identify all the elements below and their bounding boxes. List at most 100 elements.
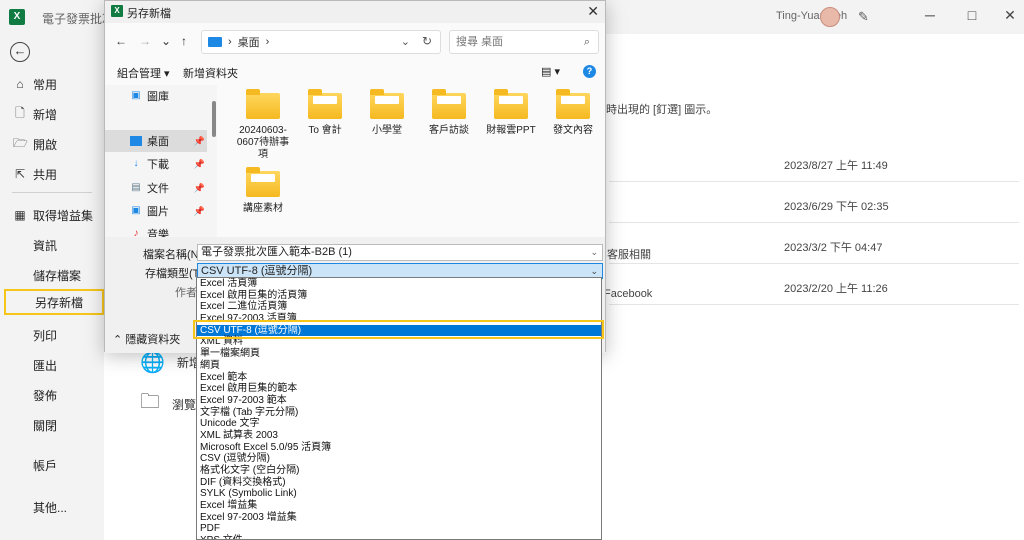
pin-hint-text: 時出現的 [釘選] 圖示。 [606,104,718,116]
nav-pane-label: 文件 [147,183,169,195]
nav-pane-downloads[interactable]: ↓ 下載 📌 [105,153,207,175]
add-place-option[interactable]: 🌐 新增 [140,350,201,375]
filetype-option[interactable]: Excel 範本 [197,372,601,384]
filetype-dropdown-list[interactable]: Excel 活頁簿 Excel 啟用巨集的活頁簿 Excel 二進位活頁簿 Excel… [196,277,602,540]
nav-pane-desktop[interactable]: 桌面 📌 [105,130,207,152]
folder-name: 財報雲PPT [486,125,536,136]
filetype-option[interactable]: XPS 文件 [197,535,601,539]
folder-item[interactable]: 講座素材 [233,167,293,215]
nav-open[interactable]: 🗁 開啟 [0,131,104,157]
filetype-option[interactable]: Microsoft Excel 5.0/95 活頁簿 [197,442,601,454]
search-placeholder: 搜尋 桌面 [456,36,504,48]
browse-option[interactable]: 🗀 瀏覽 [140,387,196,421]
pin-icon[interactable]: 📌 [194,183,205,194]
folder-item[interactable]: 20240603-0607待辦事項 [233,89,293,161]
pin-icon[interactable]: 📌 [194,136,205,147]
nav-save-as[interactable]: 另存新檔 [4,289,104,315]
pin-icon[interactable]: 📌 [194,159,205,170]
dialog-close-icon[interactable]: ✕ [587,3,599,20]
excel-app-icon: X [9,9,25,25]
nav-more[interactable]: 其他... [0,494,104,520]
hide-folders-button[interactable]: ⌃ 隱藏資料夾 [113,331,180,347]
folder-item[interactable]: 客戶訪談 [419,89,479,137]
address-dropdown-icon[interactable]: ⌄ [401,35,410,48]
nav-export[interactable]: 匯出 [0,352,104,378]
filetype-option[interactable]: Excel 啟用巨集的活頁簿 [197,290,601,302]
pen-icon[interactable]: ✎ [858,9,869,25]
folder-item[interactable]: To 會計 [295,89,355,137]
maximize-icon[interactable]: □ [962,7,982,23]
chevron-down-icon[interactable]: ⌄ [590,245,598,260]
breadcrumb-separator: › [265,36,270,48]
filetype-option[interactable]: PDF [197,523,601,535]
organize-button[interactable]: 組合管理 ▾ [117,65,170,81]
recent-folder-text[interactable]: 客服相關 [607,246,651,262]
document-icon: ▤ [131,182,141,193]
filetype-option[interactable]: 文字檔 (Tab 字元分隔) [197,407,601,419]
filename-input[interactable]: 電子發票批次匯入範本-B2B (1) ⌄ [197,244,603,261]
user-avatar[interactable] [820,7,840,27]
filetype-option[interactable]: CSV (逗號分隔) [197,453,601,465]
back-arrow-icon[interactable]: ← [10,42,30,62]
nav-pane-label: 圖庫 [147,91,169,103]
desktop-icon [208,37,222,47]
nav-publish[interactable]: 發佈 [0,382,104,408]
nav-pane-pictures[interactable]: ▣ 圖片 📌 [105,200,207,222]
new-folder-button[interactable]: 新增資料夾 [183,65,238,81]
new-file-icon: 🗋 [15,105,25,120]
filetype-option[interactable]: Excel 增益集 [197,500,601,512]
nav-close[interactable]: 關閉 [0,412,104,438]
folder-item[interactable]: 財報雲PPT [481,89,541,137]
up-arrow-icon[interactable]: ↑ [181,34,187,48]
filetype-option[interactable]: SYLK (Symbolic Link) [197,488,601,500]
filetype-option[interactable]: Excel 活頁簿 [197,278,601,290]
nav-share[interactable]: ⇱ 共用 [0,161,104,187]
filetype-value: CSV UTF-8 (逗號分隔) [201,265,313,277]
minimize-icon[interactable]: ─ [920,7,940,23]
filetype-option[interactable]: Excel 97-2003 增益集 [197,512,601,524]
history-dropdown-icon[interactable]: ⌄ [161,34,171,48]
filetype-option[interactable]: 格式化文字 (空白分隔) [197,465,601,477]
nav-info[interactable]: 資訊 [0,232,104,258]
nav-pane-music[interactable]: ♪ 音樂 [105,223,207,238]
filetype-option[interactable]: 單一檔案網頁 [197,348,601,360]
download-icon: ↓ [133,158,139,169]
filetype-option[interactable]: Excel 啟用巨集的範本 [197,383,601,395]
filetype-option[interactable]: DIF (資料交換格式) [197,477,601,489]
address-bar[interactable]: › 桌面 › ⌄ ↻ [201,30,441,54]
recent-folder-text[interactable]: Facebook [604,288,652,300]
folder-name: 講座素材 [243,203,283,214]
chevron-down-icon[interactable]: ⌄ [590,264,598,278]
filetype-option[interactable]: XML 試算表 2003 [197,430,601,442]
help-icon[interactable]: ? [583,65,596,78]
filetype-option[interactable]: Unicode 文字 [197,418,601,430]
view-options-icon[interactable]: ▤ ▾ [541,65,560,78]
search-input[interactable]: 搜尋 桌面 ⌕ [449,30,599,54]
pin-icon[interactable]: 📌 [194,206,205,217]
close-window-icon[interactable]: ✕ [1000,7,1020,24]
dialog-toolbar: 組合管理 ▾ 新增資料夾 ▤ ▾ ? [105,61,605,83]
folder-icon [494,89,528,119]
nav-label: 新增 [33,107,58,122]
nav-pane-scrollbar[interactable] [212,101,216,137]
breadcrumb[interactable]: 桌面 [238,34,260,50]
nav-home[interactable]: ⌂ 常用 [0,71,104,97]
filename-value: 電子發票批次匯入範本-B2B (1) [201,246,352,258]
refresh-icon[interactable]: ↻ [422,34,432,48]
forward-icon[interactable]: → [139,34,151,48]
nav-account[interactable]: 帳戶 [0,452,104,478]
back-icon[interactable]: ← [115,34,127,48]
folder-item[interactable]: 發文內容 [543,89,603,137]
nav-print[interactable]: 列印 [0,322,104,348]
nav-save[interactable]: 儲存檔案 [0,262,104,288]
folder-name: 客戶訪談 [429,125,469,136]
filetype-option[interactable]: Excel 97-2003 範本 [197,395,601,407]
nav-new[interactable]: 🗋 新增 [0,101,104,127]
filetype-option[interactable]: Excel 二進位活頁簿 [197,301,601,313]
nav-get-addins[interactable]: ▦ 取得增益集 [0,202,104,228]
filetype-option[interactable]: 網頁 [197,360,601,372]
folder-item[interactable]: 小學堂 [357,89,417,137]
recent-date: 2023/6/29 下午 02:35 [784,201,889,213]
nav-pane-documents[interactable]: ▤ 文件 📌 [105,177,207,199]
nav-pane-gallery[interactable]: ▣ 圖庫 [105,85,207,107]
